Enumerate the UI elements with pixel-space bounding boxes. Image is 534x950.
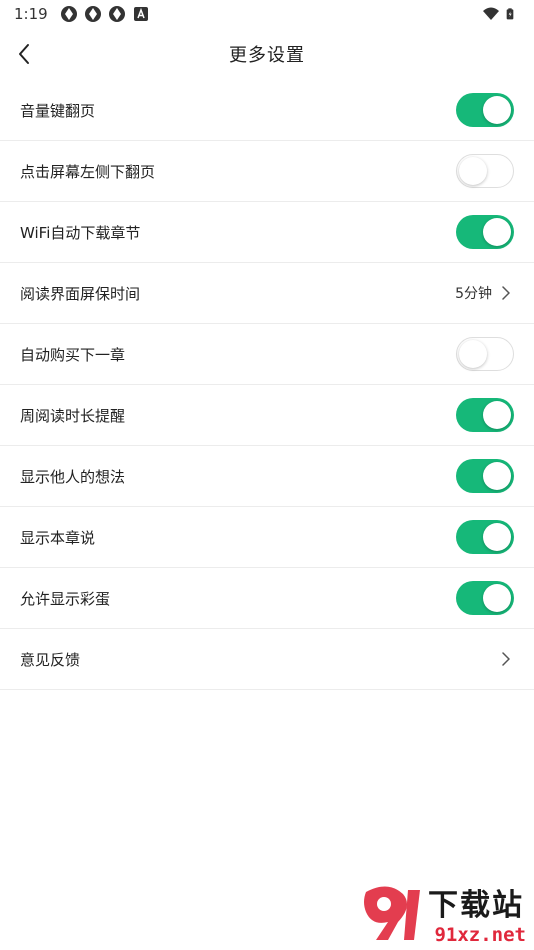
chevron-right-icon xyxy=(502,652,510,666)
screensaver-time-value: 5分钟 xyxy=(455,286,492,302)
wifi-icon xyxy=(483,7,499,20)
volume-page-turn-toggle[interactable] xyxy=(456,93,514,127)
chevron-left-icon xyxy=(19,44,29,64)
setting-row-show-chapter-comments[interactable]: 显示本章说 xyxy=(0,507,534,568)
setting-label: 意见反馈 xyxy=(20,650,81,669)
setting-label: 周阅读时长提醒 xyxy=(20,406,126,425)
page-title: 更多设置 xyxy=(229,45,305,66)
chevron-right-icon xyxy=(502,286,510,300)
setting-label: 自动购买下一章 xyxy=(20,345,126,364)
setting-row-wifi-download[interactable]: WiFi自动下载章节 xyxy=(0,202,534,263)
a-icon xyxy=(133,7,148,21)
watermark-url: 91xz.net xyxy=(434,924,526,946)
weekly-reminder-toggle[interactable] xyxy=(456,398,514,432)
toggle-knob xyxy=(483,462,511,490)
setting-row-screensaver-time[interactable]: 阅读界面屏保时间 5分钟 xyxy=(0,263,534,324)
setting-label: 点击屏幕左侧下翻页 xyxy=(20,162,156,181)
setting-label: 显示本章说 xyxy=(20,528,96,547)
app-icon xyxy=(84,6,101,22)
show-others-thoughts-toggle[interactable] xyxy=(456,459,514,493)
setting-label: 阅读界面屏保时间 xyxy=(20,284,141,303)
setting-row-volume-page-turn[interactable]: 音量键翻页 xyxy=(0,80,534,141)
left-tap-page-toggle[interactable] xyxy=(456,154,514,188)
setting-label: WiFi自动下载章节 xyxy=(20,223,141,242)
watermark: 下载站 91xz.net xyxy=(358,880,528,946)
status-time: 1:19 xyxy=(14,5,48,23)
setting-row-auto-buy[interactable]: 自动购买下一章 xyxy=(0,324,534,385)
auto-buy-toggle[interactable] xyxy=(456,337,514,371)
settings-list: 音量键翻页 点击屏幕左侧下翻页 WiFi自动下载章节 阅读界面屏保时间 5分钟 … xyxy=(0,80,534,690)
status-notification-icons xyxy=(60,5,150,23)
setting-row-left-tap-page[interactable]: 点击屏幕左侧下翻页 xyxy=(0,141,534,202)
setting-label: 显示他人的想法 xyxy=(20,467,126,486)
toggle-knob xyxy=(483,401,511,429)
setting-row-easter-eggs[interactable]: 允许显示彩蛋 xyxy=(0,568,534,629)
toggle-knob xyxy=(483,523,511,551)
watermark-logo xyxy=(364,886,420,940)
show-chapter-comments-toggle[interactable] xyxy=(456,520,514,554)
app-icon xyxy=(108,6,125,22)
wifi-download-toggle[interactable] xyxy=(456,215,514,249)
app-icon xyxy=(60,6,77,22)
toggle-knob xyxy=(483,96,511,124)
status-right-icons xyxy=(482,5,518,23)
toggle-knob xyxy=(483,584,511,612)
status-bar: 1:19 xyxy=(0,0,534,28)
setting-row-feedback[interactable]: 意见反馈 xyxy=(0,629,534,690)
setting-row-weekly-reminder[interactable]: 周阅读时长提醒 xyxy=(0,385,534,446)
back-button[interactable] xyxy=(10,40,38,68)
toggle-knob xyxy=(459,340,487,368)
battery-icon xyxy=(506,8,514,20)
nav-bar: 更多设置 xyxy=(0,28,534,80)
toggle-knob xyxy=(459,157,487,185)
setting-row-show-others-thoughts[interactable]: 显示他人的想法 xyxy=(0,446,534,507)
watermark-title: 下载站 xyxy=(428,888,524,923)
setting-label: 允许显示彩蛋 xyxy=(20,589,111,608)
toggle-knob xyxy=(483,218,511,246)
easter-eggs-toggle[interactable] xyxy=(456,581,514,615)
setting-label: 音量键翻页 xyxy=(20,101,96,120)
